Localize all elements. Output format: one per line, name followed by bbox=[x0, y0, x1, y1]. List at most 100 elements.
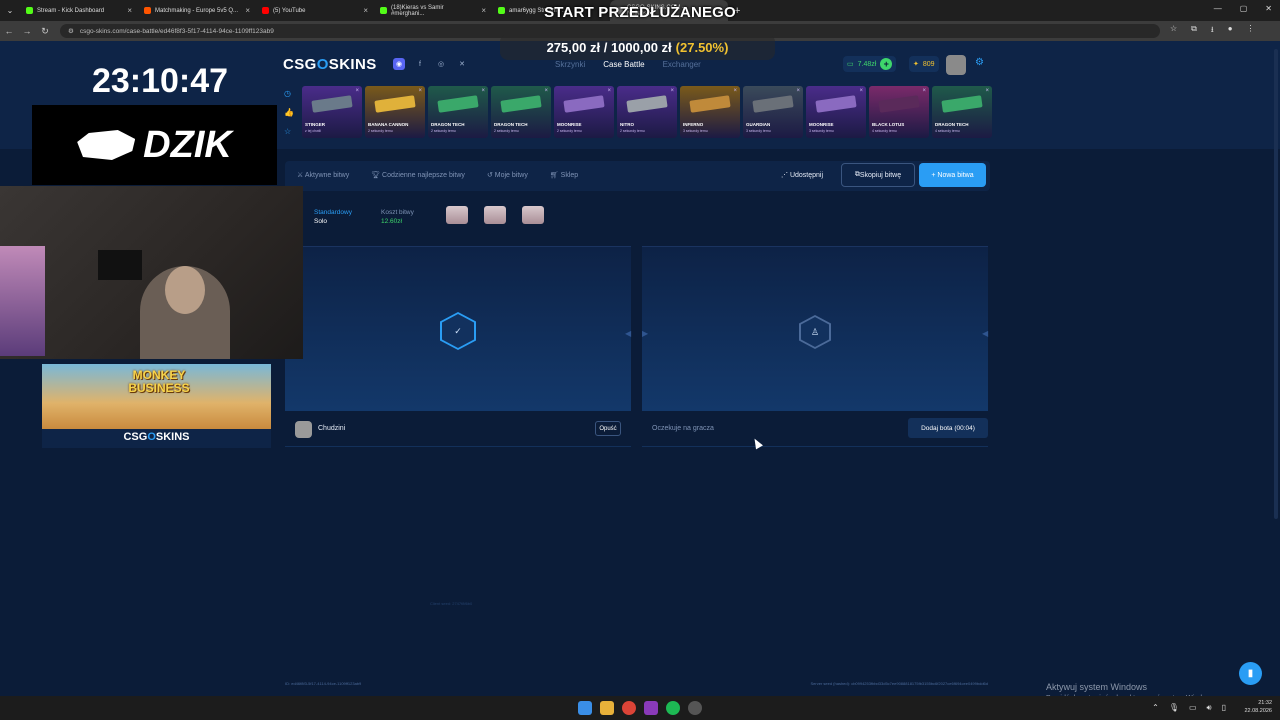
menu-icon[interactable]: ⋮ bbox=[1247, 24, 1255, 38]
weapon-image bbox=[311, 95, 353, 113]
activate-title: Aktywuj system Windows bbox=[1046, 682, 1148, 692]
tab-active-battles[interactable]: ⚔ Aktywne bitwy bbox=[297, 171, 349, 179]
new-battle-button[interactable]: + Nowa bitwa bbox=[919, 163, 986, 187]
windows-taskbar: ⌃ 🎙︎ ▭ 🔊︎ ▯ 21:32 22.08.2026 bbox=[0, 696, 1280, 720]
thumbs-up-icon[interactable]: 👍 bbox=[284, 108, 294, 117]
cost-label: Koszt bitwy bbox=[381, 209, 414, 216]
live-drop-item[interactable]: × DRAGON TECH 2 sekundy temu bbox=[428, 86, 488, 138]
spotify-icon[interactable] bbox=[666, 701, 680, 715]
windows-start-icon[interactable] bbox=[578, 701, 592, 715]
x-twitter-icon[interactable]: ✕ bbox=[456, 58, 468, 70]
discord-icon[interactable]: ◉ bbox=[393, 58, 405, 70]
volume-icon[interactable]: 🔊︎ bbox=[1207, 703, 1212, 713]
gear-icon[interactable]: ⚙ bbox=[975, 57, 984, 68]
weapon-image bbox=[689, 95, 731, 113]
close-icon[interactable]: × bbox=[796, 88, 800, 94]
nav-case-battle[interactable]: Case Battle bbox=[603, 60, 644, 69]
coins-badge[interactable]: ✦ 809 bbox=[909, 56, 939, 72]
swords-icon: ⚔ bbox=[297, 172, 305, 179]
drop-time: 4 sekundy temu bbox=[935, 129, 960, 133]
close-icon[interactable]: × bbox=[922, 88, 926, 94]
tab-shop[interactable]: 🛒︎ Sklep bbox=[550, 171, 578, 179]
reload-icon[interactable]: ↻ bbox=[36, 26, 54, 37]
live-drop-item[interactable]: × STINGER z tej chwili bbox=[302, 86, 362, 138]
live-drop-item[interactable]: × MOONRISE 2 sekundy temu bbox=[554, 86, 614, 138]
close-icon[interactable]: × bbox=[607, 88, 611, 94]
live-drop-item[interactable]: × BANANA CANNON 2 sekundy temu bbox=[365, 86, 425, 138]
weapon-image bbox=[374, 95, 416, 113]
page-scrollbar[interactable] bbox=[1274, 49, 1278, 519]
downloads-icon[interactable]: ⭳ bbox=[1211, 24, 1214, 38]
weapon-image bbox=[941, 95, 983, 113]
case-image[interactable] bbox=[446, 206, 468, 224]
promo-title: MONKEY BUSINESS bbox=[128, 368, 190, 395]
extensions-icon[interactable]: ⧉ bbox=[1191, 24, 1197, 38]
instagram-icon[interactable]: ◎ bbox=[435, 58, 447, 70]
nav-exchanger[interactable]: Exchanger bbox=[663, 60, 701, 69]
live-drop-item[interactable]: × NITRO 2 sekundy temu bbox=[617, 86, 677, 138]
app-icon[interactable] bbox=[644, 701, 658, 715]
tab-my-battles[interactable]: ↺ Moje bitwy bbox=[487, 171, 528, 179]
tab-label: Aktywne bitwy bbox=[304, 172, 350, 179]
bookmark-star-icon[interactable]: ☆ bbox=[1170, 24, 1177, 38]
live-drop-item[interactable]: × GUARDIAN 3 sekundy temu bbox=[743, 86, 803, 138]
case-image[interactable] bbox=[522, 206, 544, 224]
waiting-hex: ♙ bbox=[799, 315, 831, 349]
copy-battle-button[interactable]: ⧉ Skopiuj bitwę bbox=[841, 163, 915, 187]
live-drop-item[interactable]: × BLACK LOTUS 4 sekundy temu bbox=[869, 86, 929, 138]
deposit-plus-icon[interactable]: + bbox=[880, 58, 893, 70]
balance-badge[interactable]: ▭ 7.48zł + bbox=[843, 56, 897, 72]
drop-name: DRAGON TECH bbox=[935, 122, 969, 127]
share-button[interactable]: ⋰ Udostępnij bbox=[781, 171, 823, 179]
mic-icon[interactable]: 🎙︎ bbox=[1169, 703, 1179, 713]
chrome-icon[interactable] bbox=[622, 701, 636, 715]
close-icon[interactable]: × bbox=[481, 88, 485, 94]
network-icon[interactable]: ▭ bbox=[1189, 703, 1197, 713]
goal-target: 1000,00 zł bbox=[610, 39, 672, 55]
star-icon[interactable]: ☆ bbox=[284, 127, 294, 136]
player-row-1: Chudzini Opuść bbox=[285, 412, 631, 447]
leave-button[interactable]: Opuść bbox=[595, 421, 621, 436]
live-drop-item[interactable]: × INFERNO 3 sekundy temu bbox=[680, 86, 740, 138]
file-explorer-icon[interactable] bbox=[600, 701, 614, 715]
close-icon[interactable]: × bbox=[859, 88, 863, 94]
user-avatar[interactable] bbox=[946, 55, 966, 75]
battery-icon[interactable]: ▯ bbox=[1222, 703, 1226, 713]
forward-icon[interactable]: → bbox=[18, 26, 36, 36]
drop-name: BLACK LOTUS bbox=[872, 122, 905, 127]
close-icon[interactable]: × bbox=[355, 88, 359, 94]
logo-text: CSG bbox=[283, 56, 317, 73]
close-icon[interactable]: × bbox=[670, 88, 674, 94]
facebook-icon[interactable]: f bbox=[414, 58, 426, 70]
stream-goal-progress: 275,00 zł / 1000,00 zł (27.50%) bbox=[500, 34, 775, 60]
brand-text: CSG bbox=[123, 431, 148, 443]
brand-o: O bbox=[147, 431, 156, 443]
server-seed: Server seed (hashed): cb0994253fbbd33d5c… bbox=[810, 681, 989, 686]
site-info-icon[interactable]: ⚙ bbox=[68, 27, 74, 35]
live-drop-item[interactable]: × DRAGON TECH 4 sekundy temu bbox=[932, 86, 992, 138]
close-icon[interactable]: × bbox=[985, 88, 989, 94]
tab-label: Moje bitwy bbox=[494, 172, 528, 179]
history-icon[interactable]: ◷ bbox=[284, 89, 294, 98]
site-logo[interactable]: CSGOSKINS bbox=[283, 56, 377, 73]
back-icon[interactable]: ← bbox=[0, 26, 18, 36]
tab-daily-best[interactable]: 🏆︎ Codzienne najlepsze bitwy bbox=[371, 171, 465, 179]
live-drop-item[interactable]: × MOONRISE 3 sekundy temu bbox=[806, 86, 866, 138]
taskbar-clock[interactable]: 21:32 22.08.2026 bbox=[1244, 699, 1272, 715]
live-drop-item[interactable]: × DRAGON TECH 2 sekundy temu bbox=[491, 86, 551, 138]
chat-button[interactable]: ▮ bbox=[1239, 662, 1262, 685]
tray-chevron-icon[interactable]: ⌃ bbox=[1152, 703, 1159, 713]
promo-banner: MONKEY BUSINESS CSGOSKINS bbox=[42, 364, 271, 448]
add-bot-button[interactable]: Dodaj bota (00:04) bbox=[908, 418, 988, 438]
close-icon[interactable]: × bbox=[418, 88, 422, 94]
copy-label: Skopiuj bitwę bbox=[859, 171, 902, 179]
nav-cases[interactable]: Skrzynki bbox=[555, 60, 585, 69]
case-image[interactable] bbox=[484, 206, 506, 224]
drop-time: 3 sekundy temu bbox=[809, 129, 834, 133]
weapon-image bbox=[437, 95, 479, 113]
close-icon[interactable]: × bbox=[733, 88, 737, 94]
steam-icon[interactable] bbox=[688, 701, 702, 715]
close-icon[interactable]: × bbox=[544, 88, 548, 94]
drop-name: BANANA CANNON bbox=[368, 122, 409, 127]
profile-icon[interactable]: ● bbox=[1228, 24, 1233, 38]
